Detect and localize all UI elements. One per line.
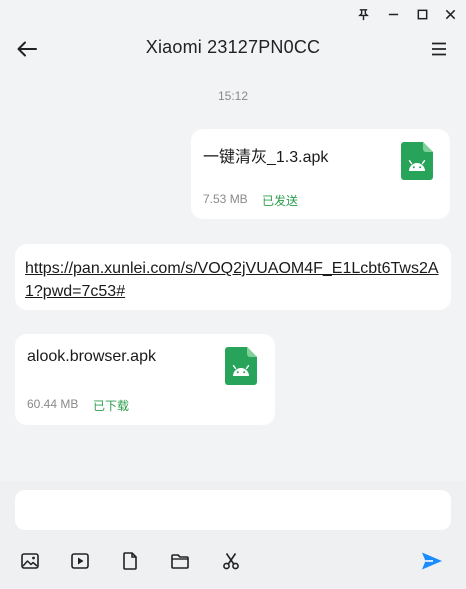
menu-icon[interactable] — [426, 36, 452, 62]
file-name: 一键清灰_1.3.apk — [203, 149, 329, 166]
device-title: Xiaomi 23127PN0CC — [145, 37, 321, 57]
window-titlebar — [0, 0, 466, 28]
folder-icon[interactable] — [168, 549, 192, 573]
file-status: 已发送 — [262, 194, 299, 208]
close-icon[interactable] — [440, 5, 460, 23]
link-message-incoming: https://pan.xunlei.com/s/VOQ2jVUAOM4F_E1… — [15, 244, 451, 310]
file-status: 已下载 — [93, 399, 130, 413]
minimize-icon[interactable] — [383, 5, 403, 23]
message-composer — [0, 481, 466, 589]
video-icon[interactable] — [68, 549, 92, 573]
apk-file-icon — [401, 142, 433, 180]
message-input[interactable] — [15, 490, 451, 530]
cut-icon[interactable] — [219, 549, 243, 573]
shared-link[interactable]: https://pan.xunlei.com/s/VOQ2jVUAOM4F_E1… — [25, 257, 441, 303]
file-message-incoming[interactable]: alook.browser.apk 60.44 MB 已下载 — [15, 334, 275, 425]
file-name: alook.browser.apk — [27, 348, 156, 365]
message-timestamp: 15:12 — [217, 89, 249, 103]
file-icon[interactable] — [118, 549, 142, 573]
file-size: 60.44 MB — [27, 397, 79, 411]
file-message-outgoing[interactable]: 一键清灰_1.3.apk 7.53 MB 已发送 — [191, 129, 450, 219]
apk-file-icon — [225, 347, 257, 385]
chat-header: Xiaomi 23127PN0CC — [0, 28, 466, 70]
file-size: 7.53 MB — [203, 192, 248, 206]
maximize-icon[interactable] — [412, 5, 432, 23]
send-icon[interactable] — [420, 549, 444, 573]
pin-icon[interactable] — [353, 5, 373, 23]
image-icon[interactable] — [18, 549, 42, 573]
